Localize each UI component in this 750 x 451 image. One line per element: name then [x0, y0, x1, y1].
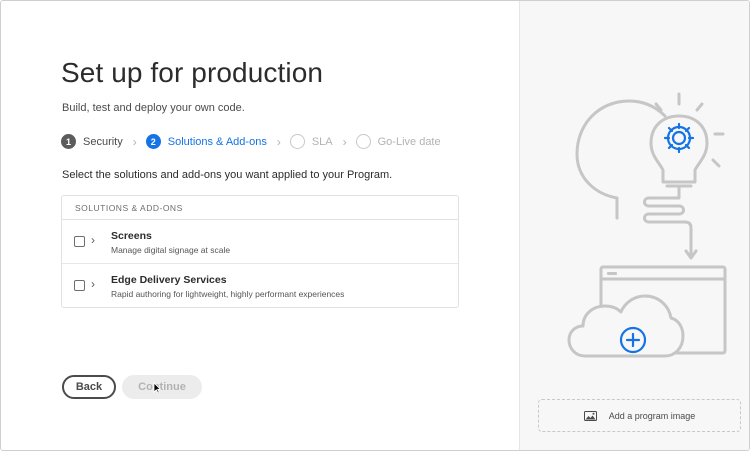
- row-title: Edge Delivery Services: [111, 274, 227, 286]
- step-label: Go-Live date: [377, 135, 441, 148]
- mouse-cursor-icon: [153, 382, 161, 394]
- setup-form-panel: Set up for production Build, test and de…: [1, 1, 519, 450]
- chevron-right-icon[interactable]: ›: [91, 277, 95, 291]
- table-row: › Screens Manage digital signage at scal…: [62, 220, 458, 264]
- illustration-panel: Add a program image: [519, 1, 749, 450]
- step-sla[interactable]: SLA: [289, 134, 333, 149]
- back-button[interactable]: Back: [62, 375, 116, 399]
- add-image-label: Add a program image: [608, 410, 696, 421]
- row-description: Rapid authoring for lightweight, highly …: [111, 289, 345, 299]
- screens-checkbox[interactable]: [74, 236, 85, 247]
- page-title: Set up for production: [61, 57, 324, 88]
- step-label: SLA: [311, 135, 333, 148]
- table-row: › Edge Delivery Services Rapid authoring…: [62, 264, 458, 308]
- add-program-image-button[interactable]: Add a program image: [538, 399, 741, 432]
- image-icon: [583, 410, 597, 421]
- production-illustration: [567, 92, 727, 358]
- setup-dialog: Set up for production Build, test and de…: [0, 0, 750, 451]
- page-subtitle: Build, test and deploy your own code.: [62, 102, 245, 114]
- table-header: SOLUTIONS & ADD-ONS: [62, 196, 458, 220]
- step-number-badge: 1: [61, 134, 76, 149]
- step-circle-icon: [355, 134, 371, 149]
- row-title: Screens: [111, 230, 152, 242]
- stepper: 1 Security › 2 Solutions & Add-ons › SLA…: [61, 133, 441, 150]
- chevron-right-icon: ›: [276, 134, 281, 149]
- step-security[interactable]: 1 Security: [61, 134, 123, 149]
- edge-delivery-checkbox[interactable]: [74, 280, 85, 291]
- continue-button[interactable]: Continue: [122, 375, 202, 399]
- step-label: Solutions & Add-ons: [167, 135, 267, 148]
- step-solutions-addons[interactable]: 2 Solutions & Add-ons: [145, 134, 267, 149]
- step-go-live-date[interactable]: Go-Live date: [355, 134, 441, 149]
- step-number-badge: 2: [145, 134, 161, 149]
- chevron-right-icon: ›: [132, 134, 137, 149]
- chevron-right-icon: ›: [342, 134, 347, 149]
- instruction-text: Select the solutions and add-ons you wan…: [62, 169, 393, 181]
- step-circle-icon: [289, 134, 305, 149]
- solutions-table: SOLUTIONS & ADD-ONS › Screens Manage dig…: [61, 195, 459, 308]
- chevron-right-icon[interactable]: ›: [91, 233, 95, 247]
- step-label: Security: [83, 135, 123, 148]
- row-description: Manage digital signage at scale: [111, 245, 231, 255]
